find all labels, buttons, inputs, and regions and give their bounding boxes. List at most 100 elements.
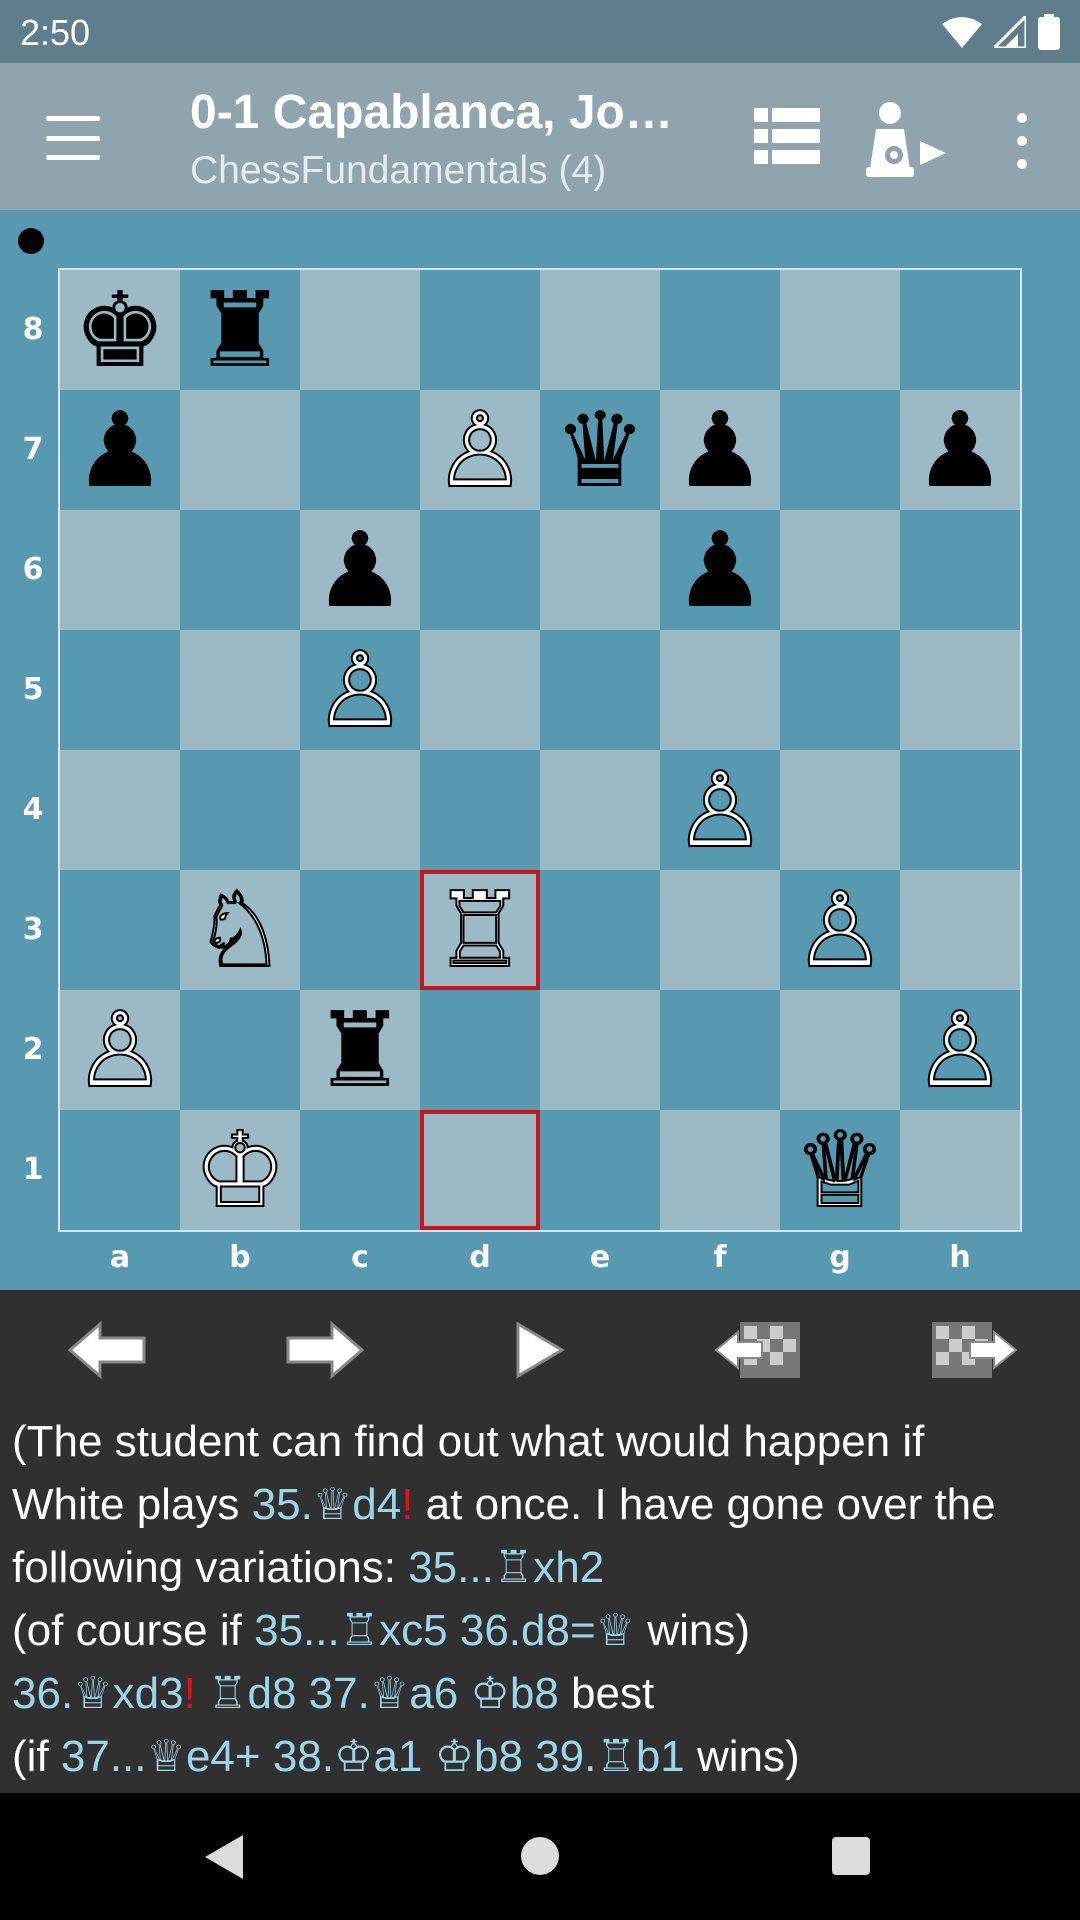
square-f1[interactable] [660,1110,780,1230]
play-icon[interactable] [512,1318,568,1382]
square-a5[interactable] [60,630,180,750]
square-c1[interactable] [300,1110,420,1230]
previous-variation-icon[interactable] [714,1318,804,1382]
square-g5[interactable] [780,630,900,750]
square-g4[interactable] [780,750,900,870]
square-c7[interactable] [300,390,420,510]
square-c2[interactable]: ♜ [300,990,420,1110]
move-link[interactable]: ♖d8 37.♕a6 ♔b8 [196,1669,559,1718]
square-b1[interactable]: ♔ [180,1110,300,1230]
square-h7[interactable]: ♟ [900,390,1020,510]
square-e6[interactable] [540,510,660,630]
next-move-icon[interactable] [284,1318,366,1382]
piece-f4[interactable]: ♙ [672,757,767,863]
move-link[interactable]: 36.♕xd3 [12,1669,184,1718]
square-h1[interactable] [900,1110,1020,1230]
square-g8[interactable] [780,270,900,390]
piece-d7[interactable]: ♙ [432,397,527,503]
menu-icon[interactable] [38,108,108,168]
piece-c2[interactable]: ♜ [313,998,406,1102]
move-link[interactable]: 35...♖xc5 36.d8=♕ [254,1606,635,1655]
piece-d3[interactable]: ♖ [432,877,527,983]
recent-apps-icon[interactable] [832,1837,870,1875]
piece-f6[interactable]: ♟ [673,518,766,622]
square-g3[interactable]: ♙ [780,870,900,990]
piece-e7[interactable]: ♛ [553,398,646,502]
previous-move-icon[interactable] [66,1318,148,1382]
square-b6[interactable] [180,510,300,630]
back-icon[interactable] [205,1835,245,1879]
square-f6[interactable]: ♟ [660,510,780,630]
square-f5[interactable] [660,630,780,750]
square-b7[interactable] [180,390,300,510]
square-h6[interactable] [900,510,1020,630]
piece-a8[interactable]: ♚ [73,278,166,382]
square-d2[interactable] [420,990,540,1110]
square-a4[interactable] [60,750,180,870]
square-b2[interactable] [180,990,300,1110]
chess-board[interactable]: ♚ ♜ ♟ ♙ ♛ ♟ ♟ ♟ ♟ ♙ ♙ ♘ ♖ ♙ ♙ ♜ ♙ ♔ ♕ [58,268,1022,1232]
square-f8[interactable] [660,270,780,390]
piece-h2[interactable]: ♙ [912,997,1007,1103]
square-c4[interactable] [300,750,420,870]
piece-a7[interactable]: ♟ [73,398,166,502]
square-f4[interactable]: ♙ [660,750,780,870]
square-b3[interactable]: ♘ [180,870,300,990]
square-a1[interactable] [60,1110,180,1230]
square-a3[interactable] [60,870,180,990]
square-e8[interactable] [540,270,660,390]
square-f3[interactable] [660,870,780,990]
square-e1[interactable] [540,1110,660,1230]
square-d4[interactable] [420,750,540,870]
square-e7[interactable]: ♛ [540,390,660,510]
square-e4[interactable] [540,750,660,870]
square-c3[interactable] [300,870,420,990]
square-e3[interactable] [540,870,660,990]
piece-c6[interactable]: ♟ [313,518,406,622]
piece-h7[interactable]: ♟ [913,398,1006,502]
move-link[interactable]: 37...♕e4+ 38.♔a1 ♔b8 39.♖b1 [61,1732,685,1781]
square-h2[interactable]: ♙ [900,990,1020,1110]
square-g1[interactable]: ♕ [780,1110,900,1230]
piece-c5[interactable]: ♙ [312,637,407,743]
square-h8[interactable] [900,270,1020,390]
square-b4[interactable] [180,750,300,870]
square-f7[interactable]: ♟ [660,390,780,510]
square-c5[interactable]: ♙ [300,630,420,750]
square-a7[interactable]: ♟ [60,390,180,510]
square-d3[interactable]: ♖ [420,870,540,990]
square-c8[interactable] [300,270,420,390]
move-link[interactable]: 35...♖xh2 [408,1543,604,1592]
square-a6[interactable] [60,510,180,630]
square-h5[interactable] [900,630,1020,750]
game-list-icon[interactable] [754,108,820,164]
square-f2[interactable] [660,990,780,1110]
square-e2[interactable] [540,990,660,1110]
square-a8[interactable]: ♚ [60,270,180,390]
square-c6[interactable]: ♟ [300,510,420,630]
square-h4[interactable] [900,750,1020,870]
piece-b8[interactable]: ♜ [193,278,286,382]
piece-b1[interactable]: ♔ [192,1117,287,1223]
square-b8[interactable]: ♜ [180,270,300,390]
overflow-menu-icon[interactable] [1005,113,1039,169]
piece-g1[interactable]: ♕ [792,1117,887,1223]
square-d7[interactable]: ♙ [420,390,540,510]
square-e5[interactable] [540,630,660,750]
square-h3[interactable] [900,870,1020,990]
square-b5[interactable] [180,630,300,750]
next-variation-icon[interactable] [928,1318,1018,1382]
square-g6[interactable] [780,510,900,630]
piece-a2[interactable]: ♙ [72,997,167,1103]
square-g2[interactable] [780,990,900,1110]
piece-g3[interactable]: ♙ [792,877,887,983]
home-icon[interactable] [521,1837,559,1875]
piece-b3[interactable]: ♘ [192,877,287,983]
square-g7[interactable] [780,390,900,510]
engine-play-icon[interactable] [862,99,952,179]
square-a2[interactable]: ♙ [60,990,180,1110]
square-d1[interactable] [420,1110,540,1230]
square-d5[interactable] [420,630,540,750]
square-d8[interactable] [420,270,540,390]
piece-f7[interactable]: ♟ [673,398,766,502]
